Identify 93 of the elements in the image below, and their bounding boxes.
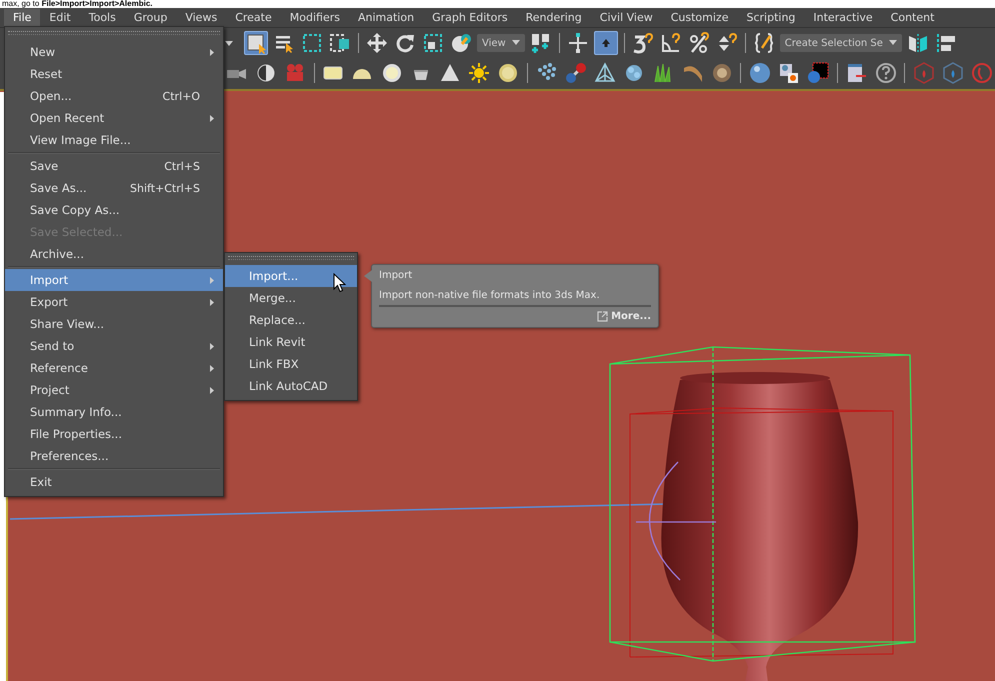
menu-item[interactable]: Merge...	[225, 287, 357, 309]
snap-toggle-icon	[530, 32, 552, 54]
menu-item[interactable]: Import	[5, 269, 223, 291]
caret-icon	[888, 40, 897, 46]
menu-item[interactable]: File Properties...	[5, 423, 223, 445]
rotate-icon	[394, 32, 416, 54]
menu-item[interactable]: Reference	[5, 357, 223, 379]
sphere-icon[interactable]	[748, 62, 771, 84]
menu-item[interactable]: Archive...	[5, 243, 223, 265]
window-crossing-icon	[329, 32, 351, 54]
molecule-icon[interactable]	[564, 62, 587, 84]
more-link[interactable]: More...	[611, 311, 651, 322]
rectangular-selection-icon	[301, 32, 323, 54]
placement-icon	[450, 32, 472, 54]
caret-icon[interactable]	[224, 38, 234, 48]
move-icon	[366, 32, 388, 54]
percent-snap-icon	[688, 32, 710, 54]
menu-item[interactable]: Reset	[5, 63, 223, 85]
menu-bar-item[interactable]: Group	[124, 8, 176, 26]
menu-item[interactable]: Send to	[5, 335, 223, 357]
toolbar-dropdown[interactable]: View	[477, 34, 525, 52]
menu-bar-item[interactable]: Interactive	[804, 8, 882, 26]
tooltip-description: Import non-native file formats into 3ds Max.	[379, 290, 601, 302]
pyramid-icon[interactable]	[594, 62, 616, 84]
menu-bar-item[interactable]: Edit	[40, 8, 80, 26]
menu-bar-item[interactable]: Create	[226, 8, 281, 26]
toolbar-button[interactable]	[244, 31, 268, 55]
toolbar-button[interactable]	[630, 31, 655, 55]
menu-item[interactable]: Import...	[225, 265, 357, 287]
wine-glass-drawing[interactable]	[661, 372, 858, 681]
mouse-cursor-icon	[333, 273, 347, 293]
menu-bar-item[interactable]: Views	[176, 8, 226, 26]
help-icon[interactable]	[874, 62, 897, 84]
snaps-icon	[632, 32, 654, 54]
half-sphere-icon[interactable]	[254, 62, 277, 84]
caption-text: max, go to File>Import>Import>Alembic.	[1, 0, 154, 8]
menu-item[interactable]: New	[5, 41, 223, 63]
menu-bar-item[interactable]: Modifiers	[280, 8, 349, 26]
menu-item[interactable]: Exit	[5, 471, 223, 493]
menu-item[interactable]: Link AutoCAD	[225, 375, 357, 397]
panel-icon[interactable]	[846, 62, 868, 84]
menu-item[interactable]: Save As... Shift+Ctrl+S	[5, 177, 223, 199]
toolbar-button[interactable]	[449, 31, 473, 55]
mirror-icon	[906, 32, 929, 54]
submenu-arrow-icon	[210, 342, 214, 350]
menu-item[interactable]: Summary Info...	[5, 401, 223, 423]
sun-icon[interactable]	[468, 62, 490, 84]
dial-icon[interactable]	[710, 62, 733, 84]
cube-icon[interactable]	[942, 62, 964, 84]
menu-bar-item[interactable]: Animation	[348, 8, 424, 26]
menu-bar-item[interactable]: Content	[882, 8, 944, 26]
menu-item[interactable]: Link FBX	[225, 353, 357, 375]
menu-item[interactable]: Export	[5, 291, 223, 313]
toolbar-dropdown[interactable]: Create Selection Se	[780, 34, 902, 52]
menu-item[interactable]: Open Recent	[5, 107, 223, 129]
menu-bar-item[interactable]: Customize	[662, 8, 738, 26]
toolbar-button[interactable]	[328, 31, 352, 55]
toolbar-button[interactable]	[300, 31, 324, 55]
caret-icon	[512, 40, 520, 46]
menu-item[interactable]: Link Revit	[225, 331, 357, 353]
menu-bar-item[interactable]: File	[4, 8, 40, 26]
submenu-arrow-icon	[210, 298, 214, 306]
menu-item[interactable]: Preferences...	[5, 445, 223, 467]
menu-item[interactable]: Replace...	[225, 309, 357, 331]
submenu-arrow-icon	[210, 48, 214, 56]
menu-bar-item[interactable]: Civil View	[590, 8, 662, 26]
menu-item[interactable]: Save Ctrl+S	[5, 155, 223, 177]
submenu-arrow-icon	[210, 364, 214, 372]
toolbar-button[interactable]	[365, 31, 389, 55]
disc-light-icon[interactable]	[380, 62, 403, 84]
menu-bar-item[interactable]: Rendering	[516, 8, 591, 26]
toolbar-button[interactable]	[421, 31, 445, 55]
menu-item[interactable]: Share View...	[5, 313, 223, 335]
submenu-arrow-icon	[210, 276, 214, 284]
menu-item[interactable]: Open... Ctrl+O	[5, 85, 223, 107]
angle-snap-icon	[660, 32, 682, 54]
tooltip-title: Import	[379, 269, 414, 283]
pivot-icon	[566, 32, 589, 54]
external-link-icon	[597, 311, 608, 322]
sphere-light-icon[interactable]	[497, 62, 520, 84]
menu-item[interactable]: Project	[5, 379, 223, 401]
menu-item[interactable]: View Image File...	[5, 129, 223, 151]
select-object-icon	[245, 32, 267, 54]
menu-bar-item[interactable]: Graph Editors	[423, 8, 517, 26]
menu-bar-item[interactable]: Scripting	[737, 8, 804, 26]
menu-item[interactable]: Save Copy As...	[5, 199, 223, 221]
submenu-arrow-icon	[210, 114, 214, 122]
named-selection-icon	[752, 32, 775, 54]
submenu-arrow-icon	[210, 386, 214, 394]
scale-icon	[422, 32, 444, 54]
menu-bar-item[interactable]: Tools	[80, 8, 125, 26]
cone-icon[interactable]	[438, 62, 461, 84]
align-icon	[934, 32, 957, 54]
